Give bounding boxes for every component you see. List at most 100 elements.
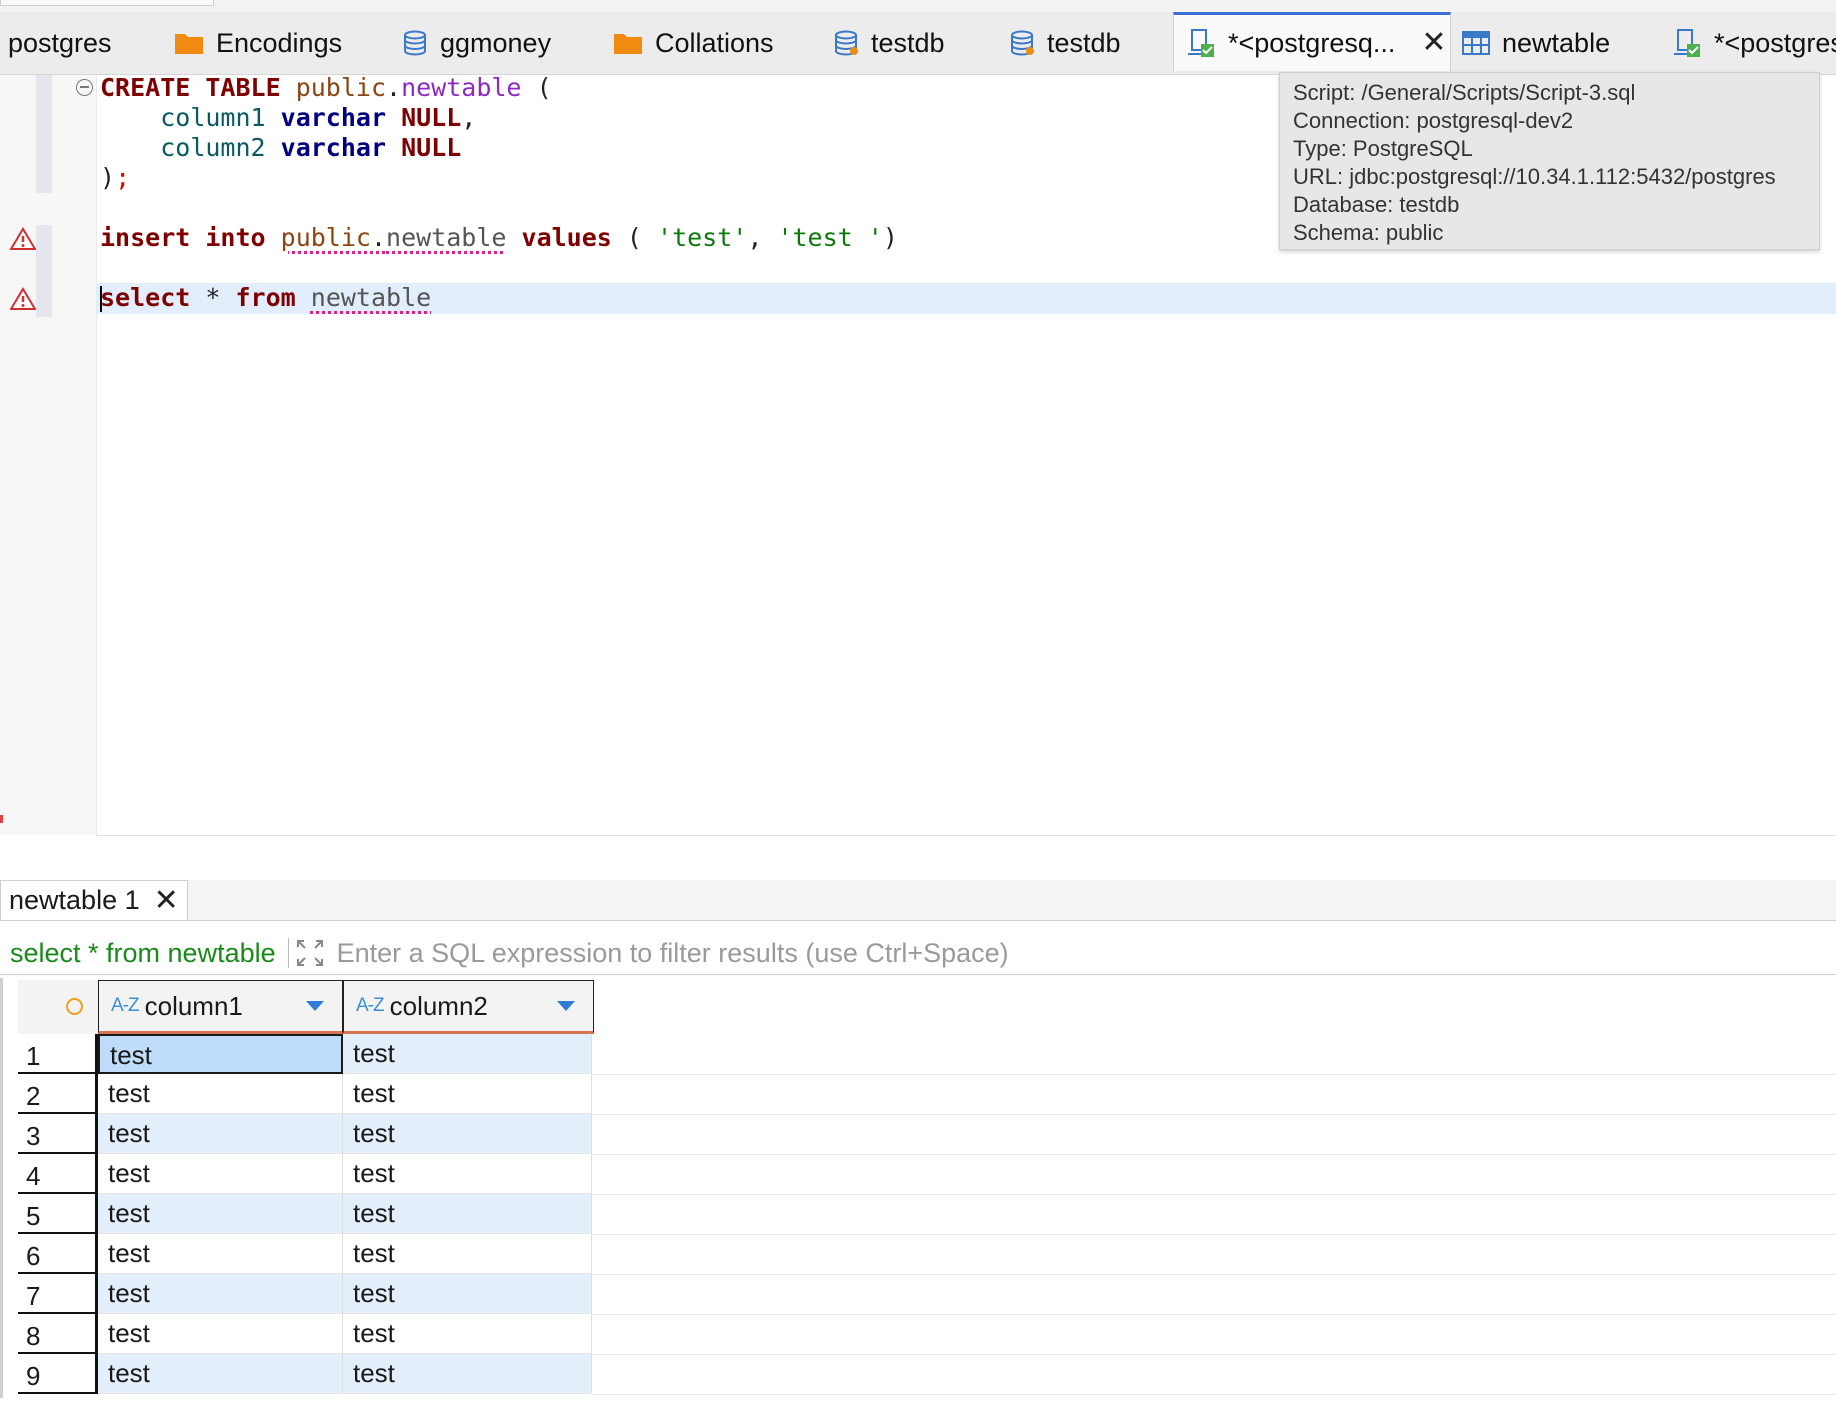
row-number[interactable]: 9 bbox=[18, 1354, 98, 1394]
table-cell[interactable]: test bbox=[98, 1274, 343, 1314]
editor-divider bbox=[96, 835, 1836, 836]
table-cell[interactable]: test bbox=[98, 1154, 343, 1194]
tab-testdb-2[interactable]: testdb bbox=[1009, 12, 1121, 74]
table-row[interactable]: 3 test test bbox=[18, 1114, 1836, 1155]
row-number[interactable]: 3 bbox=[18, 1114, 98, 1154]
tab-label: ggmoney bbox=[440, 27, 552, 58]
tab-testdb-1[interactable]: testdb bbox=[833, 12, 945, 74]
table-cell[interactable]: test bbox=[98, 1354, 343, 1394]
code-token: CREATE bbox=[100, 73, 191, 102]
table-row[interactable]: 8 test test bbox=[18, 1314, 1836, 1355]
column-header-label: column2 bbox=[389, 990, 488, 1021]
column-header-column1[interactable]: A-Z column1 bbox=[98, 980, 343, 1034]
filter-separator bbox=[287, 938, 289, 968]
row-number[interactable]: 5 bbox=[18, 1194, 98, 1234]
table-row[interactable]: 1 test test bbox=[18, 1034, 1836, 1075]
table-cell[interactable]: test bbox=[343, 1274, 592, 1314]
table-cell[interactable]: test bbox=[343, 1154, 592, 1194]
table-cell[interactable]: test bbox=[343, 1034, 592, 1074]
row-filler bbox=[592, 1234, 1836, 1275]
tab-ggmoney[interactable]: ggmoney bbox=[402, 12, 551, 74]
table-cell[interactable]: test bbox=[343, 1114, 592, 1154]
database-icon bbox=[1009, 30, 1035, 56]
code-token: 'test' bbox=[657, 223, 748, 252]
row-number[interactable]: 1 bbox=[18, 1034, 98, 1074]
table-row[interactable]: 6 test test bbox=[18, 1234, 1836, 1275]
grid-left-border bbox=[0, 978, 3, 1398]
tooltip-connection: Connection: postgresql-dev2 bbox=[1293, 108, 1574, 133]
table-cell[interactable]: test bbox=[98, 1114, 343, 1154]
code-token: ) bbox=[882, 223, 898, 252]
expand-icon[interactable] bbox=[295, 938, 325, 968]
database-icon bbox=[833, 30, 859, 56]
table-cell[interactable]: test bbox=[98, 1194, 343, 1234]
tab-sql-script-active[interactable]: *<postgresq... ✕ bbox=[1173, 12, 1451, 71]
tab-sql-script-2[interactable]: *<postgres bbox=[1672, 12, 1836, 74]
tab-results-newtable-1[interactable]: newtable 1 ✕ bbox=[0, 880, 188, 920]
row-number[interactable]: 7 bbox=[18, 1274, 98, 1314]
results-tab-label: newtable 1 bbox=[9, 885, 140, 915]
code-line-4: ); bbox=[100, 163, 130, 193]
results-tab-bar: newtable 1 ✕ bbox=[0, 880, 1836, 921]
tooltip-url: URL: jdbc:postgresql://10.34.1.112:5432/… bbox=[1293, 164, 1776, 189]
tab-newtable[interactable]: newtable bbox=[1462, 12, 1610, 74]
table-cell[interactable]: test bbox=[343, 1074, 592, 1114]
code-token: select bbox=[100, 283, 191, 312]
code-token: newtable bbox=[401, 73, 522, 102]
code-line-8: select * from newtable bbox=[100, 283, 431, 313]
column-header-column2[interactable]: A-Z column2 bbox=[343, 980, 594, 1034]
code-token: from bbox=[235, 283, 296, 312]
tab-label: postgres bbox=[8, 27, 112, 58]
table-row[interactable]: 4 test test bbox=[18, 1154, 1836, 1195]
table-row[interactable]: 5 test test bbox=[18, 1194, 1836, 1235]
statement-block-marker bbox=[36, 225, 52, 317]
tab-encodings[interactable]: Encodings bbox=[174, 12, 342, 74]
row-number[interactable]: 4 bbox=[18, 1154, 98, 1194]
chevron-down-icon[interactable] bbox=[306, 1001, 324, 1011]
table-cell[interactable]: test bbox=[98, 1314, 343, 1354]
row-filler bbox=[592, 1194, 1836, 1235]
tab-postgres[interactable]: postgres bbox=[8, 12, 112, 74]
table-cell[interactable]: test bbox=[98, 1234, 343, 1274]
executed-query-label[interactable]: select * from newtable bbox=[0, 938, 276, 969]
results-panel: newtable 1 ✕ select * from newtable Ente… bbox=[0, 860, 1836, 1402]
table-cell[interactable]: test bbox=[343, 1354, 592, 1394]
database-icon bbox=[402, 30, 428, 56]
table-cell[interactable]: test bbox=[98, 1074, 343, 1114]
table-cell[interactable]: test bbox=[343, 1234, 592, 1274]
code-token: 'test ' bbox=[777, 223, 883, 252]
sql-script-icon bbox=[1186, 28, 1216, 58]
code-token: ; bbox=[115, 163, 131, 192]
row-filler bbox=[592, 1114, 1836, 1155]
statement-block-marker bbox=[36, 75, 52, 193]
code-token: newtable bbox=[310, 283, 432, 312]
tab-label: Collations bbox=[655, 27, 774, 58]
annotation-ruler bbox=[0, 75, 36, 835]
row-number[interactable]: 2 bbox=[18, 1074, 98, 1114]
results-filter-bar: select * from newtable Enter a SQL expre… bbox=[0, 932, 1836, 975]
row-filler bbox=[592, 1314, 1836, 1355]
table-cell[interactable]: test bbox=[343, 1194, 592, 1234]
close-icon[interactable]: ✕ bbox=[154, 885, 179, 916]
warning-icon[interactable] bbox=[9, 227, 37, 256]
code-token: ( bbox=[536, 73, 552, 102]
table-row[interactable]: 9 test test bbox=[18, 1354, 1836, 1395]
table-row[interactable]: 7 test test bbox=[18, 1274, 1836, 1315]
row-number[interactable]: 6 bbox=[18, 1234, 98, 1274]
table-cell[interactable]: test bbox=[98, 1034, 343, 1074]
code-line-3: column2 varchar NULL bbox=[100, 133, 461, 163]
text-type-icon: A-Z bbox=[111, 995, 140, 1016]
row-number[interactable]: 8 bbox=[18, 1314, 98, 1354]
table-cell[interactable]: test bbox=[343, 1314, 592, 1354]
collapse-icon[interactable] bbox=[76, 79, 93, 96]
top-strip-segment bbox=[0, 0, 214, 6]
warning-icon[interactable] bbox=[9, 287, 37, 316]
filter-input[interactable]: Enter a SQL expression to filter results… bbox=[337, 938, 1009, 969]
chevron-down-icon[interactable] bbox=[557, 1001, 575, 1011]
close-icon[interactable]: ✕ bbox=[1421, 28, 1446, 58]
row-status-header[interactable] bbox=[18, 980, 98, 1034]
tab-collations[interactable]: Collations bbox=[613, 12, 774, 74]
table-row[interactable]: 2 test test bbox=[18, 1074, 1836, 1115]
code-token: TABLE bbox=[205, 73, 281, 102]
tab-label: newtable bbox=[1502, 27, 1611, 58]
